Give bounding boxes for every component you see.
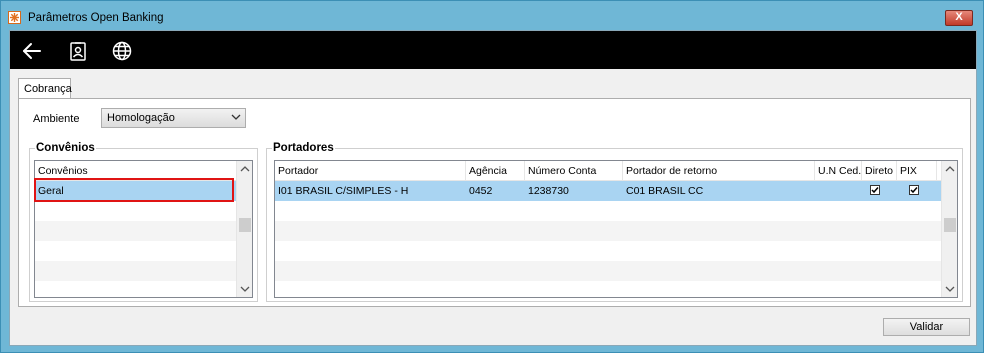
portadores-grid: Portador Agência Número Conta Portador d… — [274, 160, 958, 298]
window-title: Parâmetros Open Banking — [28, 12, 164, 24]
title-bar: Parâmetros Open Banking X — [1, 1, 983, 31]
scroll-up-icon[interactable] — [945, 164, 955, 174]
validar-button-label: Validar — [909, 321, 944, 333]
empty-row — [35, 221, 252, 241]
empty-row — [275, 261, 957, 281]
tab-cobranca[interactable]: Cobrança — [18, 78, 72, 99]
column-header-portador[interactable]: Portador — [275, 161, 466, 180]
ambiente-value: Homologação — [107, 112, 175, 124]
portador-cell: I01 BRASIL C/SIMPLES - H — [278, 185, 409, 197]
validar-button[interactable]: Validar — [883, 318, 970, 336]
numero-conta-cell: 1238730 — [528, 185, 569, 197]
portadores-group: Portadores Portador Agência Número Conta… — [266, 142, 963, 302]
scroll-up-icon[interactable] — [240, 164, 250, 174]
globe-icon[interactable] — [111, 40, 133, 62]
column-header-un-ced[interactable]: U.N Ced. — [815, 161, 862, 180]
scroll-thumb[interactable] — [944, 218, 956, 232]
empty-row — [35, 201, 252, 221]
scroll-thumb[interactable] — [239, 218, 251, 232]
column-header-direto[interactable]: Direto — [862, 161, 897, 180]
table-row[interactable]: I01 BRASIL C/SIMPLES - H 0452 1238730 C0… — [275, 181, 957, 201]
empty-row — [35, 261, 252, 281]
convenios-group: Convênios Convênios Geral — [29, 142, 258, 302]
selection-highlight — [34, 178, 234, 202]
portadores-group-title: Portadores — [272, 142, 335, 154]
un-ced-cell — [815, 181, 818, 201]
client-area: Cobrança Ambiente Homologação Convênios … — [9, 30, 977, 346]
ambiente-label: Ambiente — [33, 113, 80, 125]
id-badge-icon[interactable] — [67, 40, 89, 62]
empty-row — [275, 241, 957, 261]
empty-row — [35, 241, 252, 261]
portadores-scrollbar[interactable] — [941, 161, 957, 297]
convenios-scrollbar[interactable] — [236, 161, 252, 297]
app-window: Parâmetros Open Banking X Cobrança Ambie… — [0, 0, 984, 353]
back-arrow-icon[interactable] — [21, 40, 43, 62]
ambiente-select[interactable]: Homologação — [101, 108, 246, 128]
column-header-pix[interactable]: PIX — [897, 161, 937, 180]
scroll-down-icon[interactable] — [240, 284, 250, 294]
empty-row — [275, 201, 957, 221]
chevron-down-icon — [231, 112, 241, 125]
close-button[interactable]: X — [945, 10, 973, 26]
portador-retorno-cell: C01 BRASIL CC — [626, 185, 704, 197]
pix-checkbox[interactable] — [909, 185, 919, 195]
tab-panel-cobranca: Ambiente Homologação Convênios Convênios… — [18, 98, 971, 307]
empty-row — [275, 221, 957, 241]
column-header-numero-conta[interactable]: Número Conta — [525, 161, 623, 180]
agencia-cell: 0452 — [469, 185, 493, 197]
column-header-agencia[interactable]: Agência — [466, 161, 525, 180]
portadores-header-row: Portador Agência Número Conta Portador d… — [275, 161, 957, 181]
convenios-group-title: Convênios — [35, 142, 96, 154]
direto-checkbox[interactable] — [870, 185, 880, 195]
toolbar — [10, 31, 976, 69]
app-logo-icon — [8, 11, 21, 24]
scroll-down-icon[interactable] — [945, 284, 955, 294]
column-header-portador-retorno[interactable]: Portador de retorno — [623, 161, 815, 180]
